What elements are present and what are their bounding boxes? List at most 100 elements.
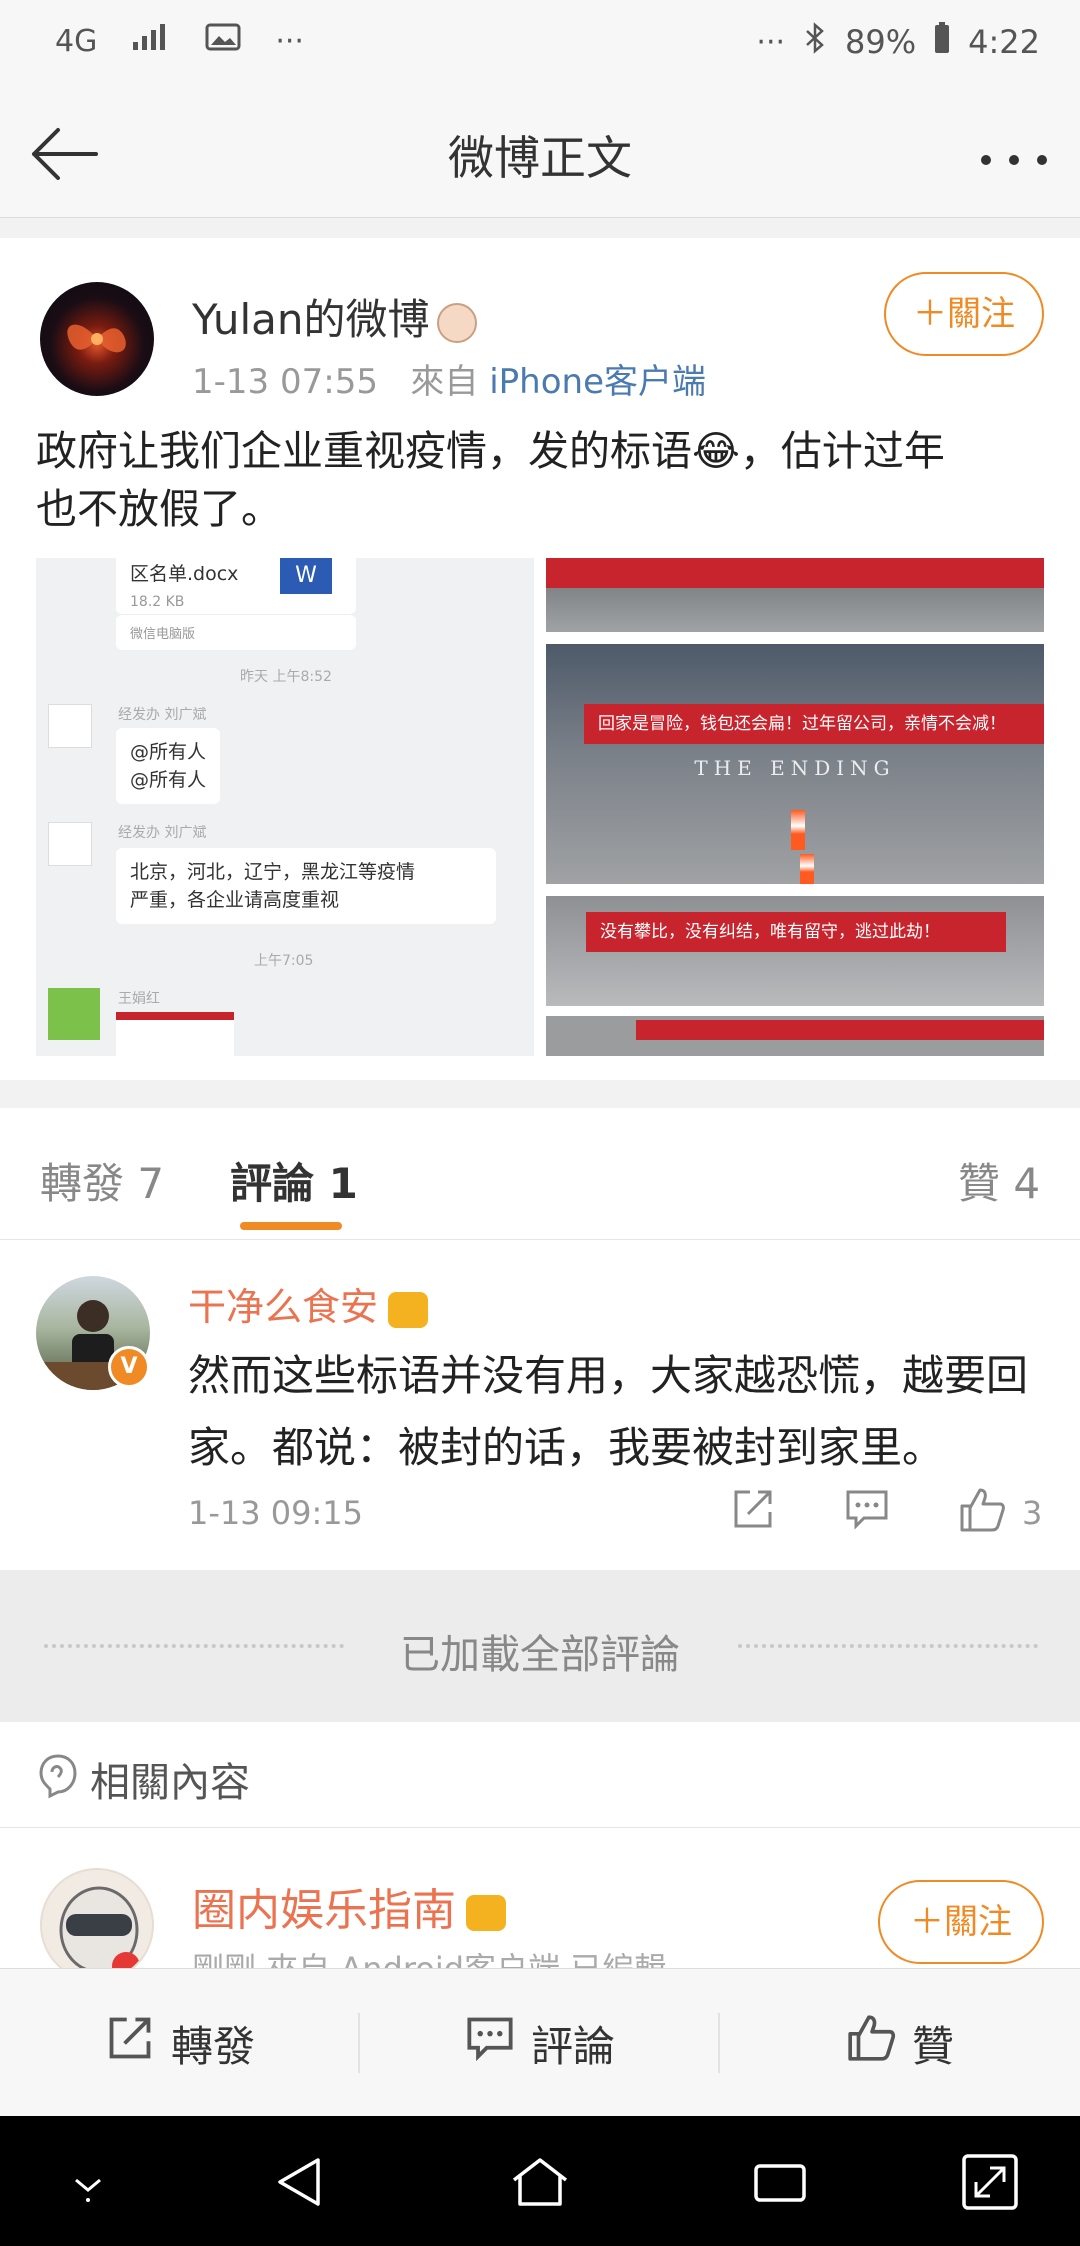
like-comment-icon[interactable]: [958, 1486, 1006, 1538]
active-tab-indicator: [240, 1222, 342, 1230]
related-author-avatar[interactable]: [40, 1868, 154, 1968]
post-time: 1-13 07:55: [192, 362, 378, 402]
related-content-icon: [36, 1752, 80, 1804]
banner-text-1: 回家是冒险，钱包还会扁！过年留公司，亲情不会减！: [584, 704, 1044, 744]
tab-likes[interactable]: 贊 4: [958, 1150, 1040, 1211]
clock: 4:22: [968, 23, 1040, 61]
banner-strip-top: [546, 558, 1044, 588]
post-text-line-2: 也不放假了。: [36, 485, 282, 533]
chat-mention-1: @所有人: [130, 741, 207, 763]
traffic-cone-2: [800, 854, 814, 884]
like-button[interactable]: 贊: [720, 1969, 1080, 2117]
chat-avatar-1: [48, 704, 92, 748]
comment-item: V 干净么食安 然而这些标语并没有用，大家越恐慌，越要回家。都说：被封的话，我要…: [0, 1240, 1080, 1570]
related-follow-button[interactable]: ＋關注: [878, 1880, 1044, 1964]
more-options-icon[interactable]: [978, 126, 1050, 182]
post-source[interactable]: iPhone客户端: [489, 362, 706, 402]
comment-label: 評論: [530, 2021, 615, 2071]
repost-label: 轉發: [170, 2021, 255, 2071]
chat-sender-2: 经发办 刘广斌: [118, 825, 207, 841]
bottom-toolbar: 轉發 評論 贊: [0, 1968, 1080, 2116]
bluetooth-icon: [803, 22, 827, 62]
image-notification-icon: [205, 22, 241, 60]
related-content-header[interactable]: 相關內容: [0, 1722, 1080, 1828]
nav-bar: 微博正文: [0, 90, 1080, 218]
interaction-tabs: 轉發 7 評論 1 贊 4: [0, 1108, 1080, 1240]
divider-dots-right: [738, 1644, 1038, 1648]
tab-reposts[interactable]: 轉發 7: [40, 1150, 164, 1211]
author-name[interactable]: Yulan的微博: [192, 286, 478, 347]
share-comment-icon[interactable]: [730, 1486, 776, 1536]
weibo-post-screen: 4G ··· ··· 89% 4:22 微博正文 Yulan的微博 1-13 0…: [0, 0, 1080, 2246]
system-recents-icon[interactable]: [748, 2150, 812, 2214]
tab-comments[interactable]: 評論 1: [230, 1150, 358, 1211]
chat-sender-3: 王娟红: [118, 991, 160, 1007]
post-text-line-1: 政府让我们企业重视疫情，发的标语😂，估计过年: [36, 427, 945, 475]
chat-bubble-mention: @所有人 @所有人: [116, 728, 220, 804]
all-comments-loaded: 已加載全部評論: [0, 1570, 1080, 1722]
watermark-text: THE ENDING: [694, 756, 896, 780]
signal-icon: [131, 22, 171, 60]
chat-image-thumb: [116, 1012, 234, 1056]
chat-avatar-2: [48, 822, 92, 866]
source-prefix: 來自: [410, 362, 479, 402]
related-post[interactable]: 圈内娱乐指南 剛剛 來自 Android客户端 已編輯 ＋關注: [0, 1828, 1080, 1968]
comment-icon: [465, 2013, 515, 2073]
file-source: 微信电脑版: [116, 614, 356, 650]
banner-text-2: 没有攀比，没有纠结，唯有留守，逃过此劫！: [586, 912, 1006, 952]
weibo-post: Yulan的微博 1-13 07:55 來自 iPhone客户端 ＋關注 政府让…: [0, 238, 1080, 1080]
related-author-name-text: 圈内娱乐指南: [192, 1885, 456, 1936]
banner-photo-lower: 没有攀比，没有纠结，唯有留守，逃过此劫！: [546, 896, 1044, 1006]
related-post-meta: 剛剛 來自 Android客户端 已編輯: [192, 1944, 666, 1968]
commenter-name[interactable]: 干净么食安: [188, 1276, 429, 1331]
author-name-text: Yulan的微博: [192, 295, 430, 344]
page-title: 微博正文: [448, 131, 632, 185]
status-bar: 4G ··· ··· 89% 4:22: [0, 0, 1080, 90]
vip-crown-icon: [388, 1291, 429, 1328]
post-image-banners[interactable]: 回家是冒险，钱包还会扁！过年留公司，亲情不会减！ THE ENDING 没有攀比…: [546, 558, 1044, 1056]
related-vip-crown-icon: [466, 1895, 506, 1931]
like-label: 贊: [911, 2021, 954, 2071]
banner-strip-bottom: [636, 1020, 1044, 1040]
banner-photo-bottom: [546, 1016, 1044, 1056]
user-level-badge-icon: [437, 302, 478, 343]
comment-button[interactable]: 評論: [360, 1969, 720, 2117]
banner-photo-middle: 回家是冒险，钱包还会扁！过年留公司，亲情不会减！ THE ENDING: [546, 644, 1044, 884]
more-status-icon: ···: [756, 24, 786, 60]
system-back-icon[interactable]: [270, 2150, 334, 2214]
chat-avatar-3: [48, 988, 100, 1040]
chat-notice-line-1: 北京，河北，辽宁，黑龙江等疫情: [130, 861, 416, 883]
comment-like-count: 3: [1022, 1494, 1043, 1532]
post-meta: 1-13 07:55 來自 iPhone客户端: [192, 354, 706, 403]
chat-time-1: 昨天 上午8:52: [240, 669, 332, 685]
comment-time: 1-13 09:15: [188, 1494, 364, 1532]
commenter-name-text: 干净么食安: [188, 1285, 379, 1329]
chat-bubble-notice: 北京，河北，辽宁，黑龙江等疫情 严重，各企业请高度重视: [116, 848, 496, 924]
repost-button[interactable]: 轉發: [0, 1969, 360, 2117]
hide-keyboard-icon[interactable]: [56, 2150, 120, 2214]
traffic-cone: [791, 810, 805, 850]
battery-percent: 89%: [845, 23, 917, 61]
chat-sender-1: 经发办 刘广斌: [118, 707, 207, 723]
post-image-chat-screenshot[interactable]: 区名单.docx 18.2 KB W 微信电脑版 昨天 上午8:52 经发办 刘…: [36, 558, 534, 1056]
network-type-icon: 4G: [55, 23, 98, 59]
post-text: 政府让我们企业重视疫情，发的标语😂，估计过年 也不放假了。: [36, 422, 1046, 538]
follow-button[interactable]: ＋關注: [884, 272, 1044, 356]
chat-time-2: 上午7:05: [254, 953, 314, 969]
like-icon: [846, 2013, 896, 2073]
expand-screen-icon[interactable]: [958, 2150, 1022, 2214]
system-home-icon[interactable]: [508, 2150, 572, 2214]
comment-text: 然而这些标语并没有用，大家越恐慌，越要回家。都说：被封的话，我要被封到家里。: [188, 1351, 1029, 1472]
author-avatar[interactable]: [40, 282, 154, 396]
related-author-name[interactable]: 圈内娱乐指南: [192, 1874, 506, 1938]
chat-mention-2: @所有人: [130, 769, 207, 791]
system-navigation-bar: [0, 2116, 1080, 2246]
verified-v-badge-icon: V: [108, 1346, 150, 1388]
banner-photo-top: [546, 558, 1044, 632]
repost-icon: [105, 2013, 155, 2073]
battery-icon: [934, 22, 950, 62]
related-content-title: 相關內容: [90, 1760, 250, 1806]
more-notifications-icon: ···: [275, 23, 304, 59]
chat-notice-line-2: 严重，各企业请高度重视: [130, 889, 340, 911]
reply-comment-icon[interactable]: [844, 1486, 890, 1536]
